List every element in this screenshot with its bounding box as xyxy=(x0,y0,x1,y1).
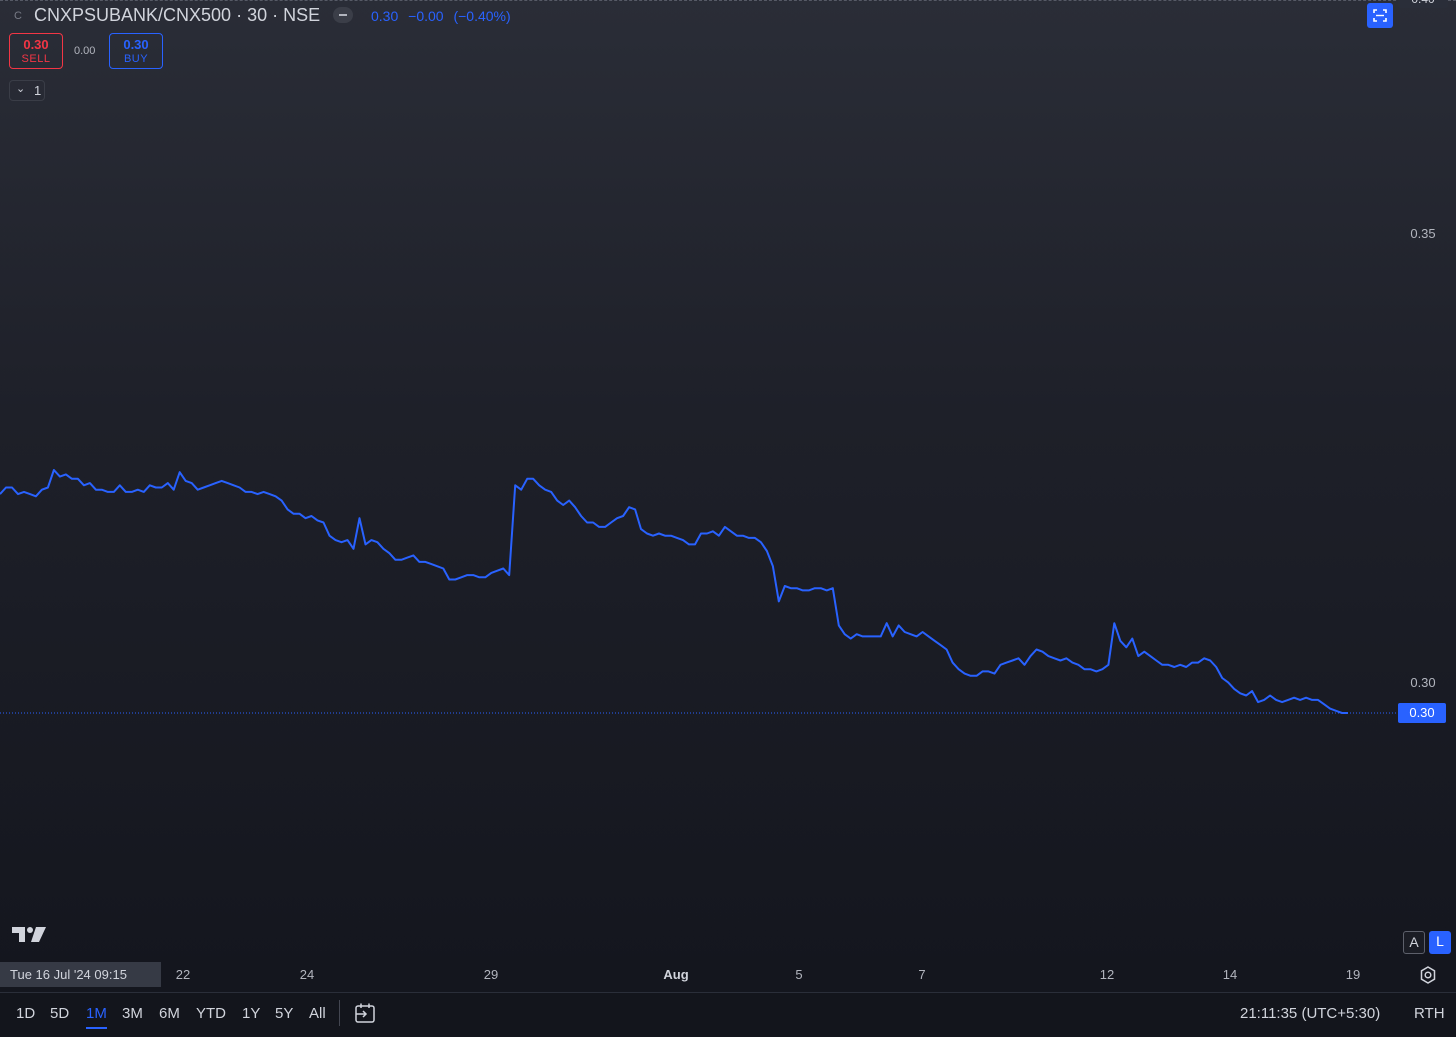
goto-date-icon[interactable] xyxy=(353,1001,377,1025)
last-price-tag: 0.30 xyxy=(1398,703,1446,723)
crosshair-date-label: Tue 16 Jul '24 09:15 xyxy=(0,962,161,987)
x-tick-label: 5 xyxy=(795,967,803,982)
range-1d-button[interactable]: 1D xyxy=(16,1005,35,1022)
tradingview-logo-icon[interactable] xyxy=(12,924,48,944)
range-3m-button[interactable]: 3M xyxy=(122,1005,143,1022)
active-range-indicator xyxy=(86,1027,107,1029)
clock-timezone[interactable]: 21:11:35 (UTC+5:30) xyxy=(1240,1005,1380,1022)
price-series-line xyxy=(0,469,1348,714)
x-tick-label: 7 xyxy=(918,967,926,982)
price-chart[interactable] xyxy=(0,0,1400,960)
range-5d-button[interactable]: 5D xyxy=(50,1005,69,1022)
y-tick-label: 0.30 xyxy=(1410,675,1436,690)
y-tick-label: 0.35 xyxy=(1410,226,1436,241)
x-tick-label: 12 xyxy=(1099,967,1115,982)
range-ytd-button[interactable]: YTD xyxy=(196,1005,226,1022)
x-tick-label: 19 xyxy=(1345,967,1361,982)
x-tick-label: 14 xyxy=(1222,967,1238,982)
range-1m-button[interactable]: 1M xyxy=(86,1005,107,1022)
x-tick-label: 22 xyxy=(175,967,191,982)
range-5y-button[interactable]: 5Y xyxy=(275,1005,293,1022)
x-tick-label: 24 xyxy=(299,967,315,982)
session-toggle[interactable]: RTH xyxy=(1414,1005,1445,1022)
range-all-button[interactable]: All xyxy=(309,1005,326,1022)
x-tick-label: 29 xyxy=(483,967,499,982)
top-price-tag: 0.40 xyxy=(1398,0,1448,8)
range-6m-button[interactable]: 6M xyxy=(159,1005,180,1022)
toolbar-divider xyxy=(339,1000,340,1026)
x-tick-label: Aug xyxy=(663,967,689,982)
auto-scale-button[interactable]: A xyxy=(1403,931,1425,954)
range-1y-button[interactable]: 1Y xyxy=(242,1005,260,1022)
settings-icon[interactable] xyxy=(1418,965,1438,985)
log-scale-button[interactable]: L xyxy=(1429,931,1451,954)
